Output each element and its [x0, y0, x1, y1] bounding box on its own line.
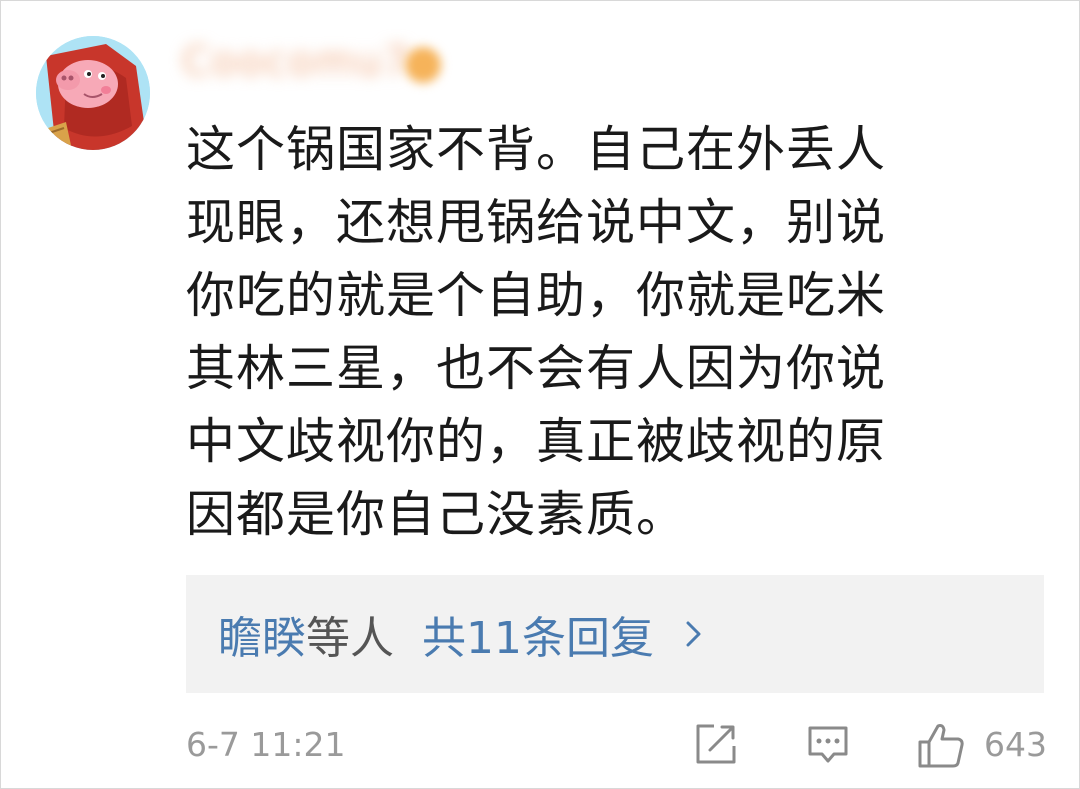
user-badge [405, 47, 441, 83]
reply-user-names[interactable]: 瞻睽 [218, 602, 306, 666]
comment-icon[interactable] [804, 720, 852, 768]
share-icon[interactable] [692, 720, 740, 768]
chevron-right-icon [686, 621, 701, 647]
reply-count-label[interactable]: 共11条回复 [422, 602, 654, 666]
comment-timestamp: 6-7 11:21 [186, 725, 346, 764]
reply-users-suffix: 等人 [306, 613, 394, 664]
view-replies-button[interactable]: 瞻睽 等人 共11条回复 [186, 575, 1044, 693]
comment-text: 这个锅国家不背。自己在外丢人 现眼，还想甩锅给说中文，别说 你吃的就是个自助，你… [186, 121, 887, 543]
like-count: 643 [984, 725, 1047, 764]
username[interactable]: Coocomu7 [182, 36, 411, 88]
like-icon[interactable] [916, 720, 966, 770]
avatar[interactable] [36, 36, 150, 150]
